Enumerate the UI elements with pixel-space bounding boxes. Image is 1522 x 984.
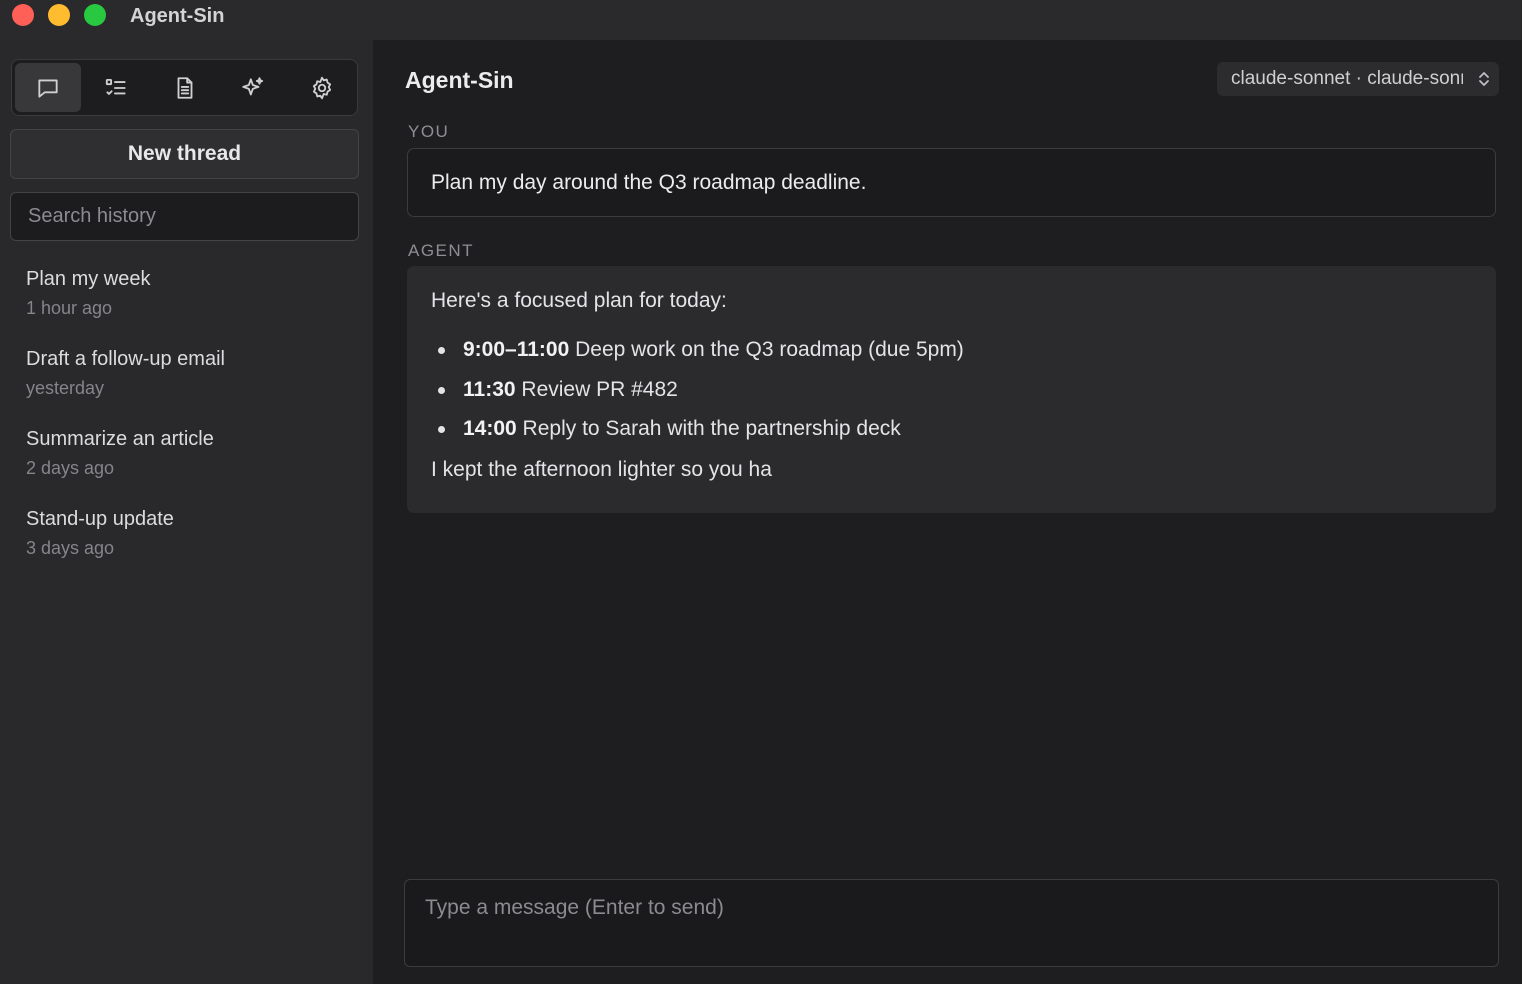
history-list: Plan my week 1 hour ago Draft a follow-u… xyxy=(26,264,356,584)
agent-plan-list: 9:00–11:00 Deep work on the Q3 roadmap (… xyxy=(431,335,1472,454)
history-item-time: yesterday xyxy=(26,378,105,398)
agent-message-outro: I kept the afternoon lighter so you ha xyxy=(431,457,772,481)
tab-tasks[interactable] xyxy=(83,63,149,112)
message-composer-input[interactable] xyxy=(404,879,1499,967)
gear-icon xyxy=(312,76,332,99)
history-item[interactable]: Summarize an article 2 days ago xyxy=(26,424,356,504)
title-bar: Agent-Sin xyxy=(0,0,1522,40)
plan-item-text: Reply to Sarah with the partnership deck xyxy=(516,417,901,440)
history-item-title: Summarize an article xyxy=(26,428,214,450)
sidebar: New thread Plan my week 1 hour ago Draft… xyxy=(0,40,373,984)
document-icon xyxy=(177,76,193,99)
chevron-updown-icon xyxy=(1477,70,1491,88)
minimize-window-button[interactable] xyxy=(48,4,70,26)
maximize-window-button[interactable] xyxy=(84,4,106,26)
page-title: Agent-Sin xyxy=(405,67,514,93)
plan-item-time: 14:00 xyxy=(463,417,517,440)
history-item-time: 1 hour ago xyxy=(26,298,113,318)
agent-label: AGENT xyxy=(408,241,475,260)
checklist-icon xyxy=(105,78,126,95)
list-item: 14:00 Reply to Sarah with the partnershi… xyxy=(431,414,1472,454)
sparkles-icon xyxy=(242,76,264,95)
history-item[interactable]: Stand-up update 3 days ago xyxy=(26,504,356,584)
chat-panel: Agent-Sin claude-sonnet · claude-sonnet … xyxy=(373,40,1522,984)
plan-item-text: Deep work on the Q3 roadmap (due 5pm) xyxy=(569,338,964,361)
history-item-title: Draft a follow-up email xyxy=(26,348,225,370)
tab-settings[interactable] xyxy=(289,63,355,112)
tab-documents[interactable] xyxy=(152,63,218,112)
plan-item-time: 9:00–11:00 xyxy=(463,338,570,361)
tab-skills[interactable] xyxy=(220,63,286,112)
history-item-title: Stand-up update xyxy=(26,508,174,530)
plan-item-time: 11:30 xyxy=(463,377,516,401)
history-item-time: 2 days ago xyxy=(26,458,115,478)
model-select-value: claude-sonnet · claude-sonnet xyxy=(1231,68,1463,89)
close-window-button[interactable] xyxy=(12,4,34,26)
app-window: Agent-Sin New thread Search history Plan… xyxy=(0,0,1522,984)
agent-message-intro: Here's a focused plan for today: xyxy=(431,289,727,312)
history-item[interactable]: Draft a follow-up email yesterday xyxy=(26,344,356,424)
plan-item-text: Review PR #482 xyxy=(515,377,678,401)
you-label: YOU xyxy=(408,122,450,141)
search-history-input[interactable] xyxy=(10,192,359,241)
tab-chat[interactable] xyxy=(15,63,81,112)
sidebar-tab-bar xyxy=(11,59,358,116)
agent-message: Here's a focused plan for today: 9:00–11… xyxy=(407,266,1496,513)
new-thread-button[interactable]: New thread xyxy=(10,129,359,179)
model-select[interactable]: claude-sonnet · claude-sonnet xyxy=(1217,62,1499,96)
history-item[interactable]: Plan my week 1 hour ago xyxy=(26,264,356,344)
history-item-title: Plan my week xyxy=(26,268,151,290)
window-title: Agent-Sin xyxy=(130,5,225,27)
chat-bubble-icon xyxy=(38,78,58,98)
history-item-time: 3 days ago xyxy=(26,538,115,558)
user-message: Plan my day around the Q3 roadmap deadli… xyxy=(407,148,1496,217)
list-item: 9:00–11:00 Deep work on the Q3 roadmap (… xyxy=(431,335,1472,375)
list-item: 11:30 Review PR #482 xyxy=(431,375,1472,415)
